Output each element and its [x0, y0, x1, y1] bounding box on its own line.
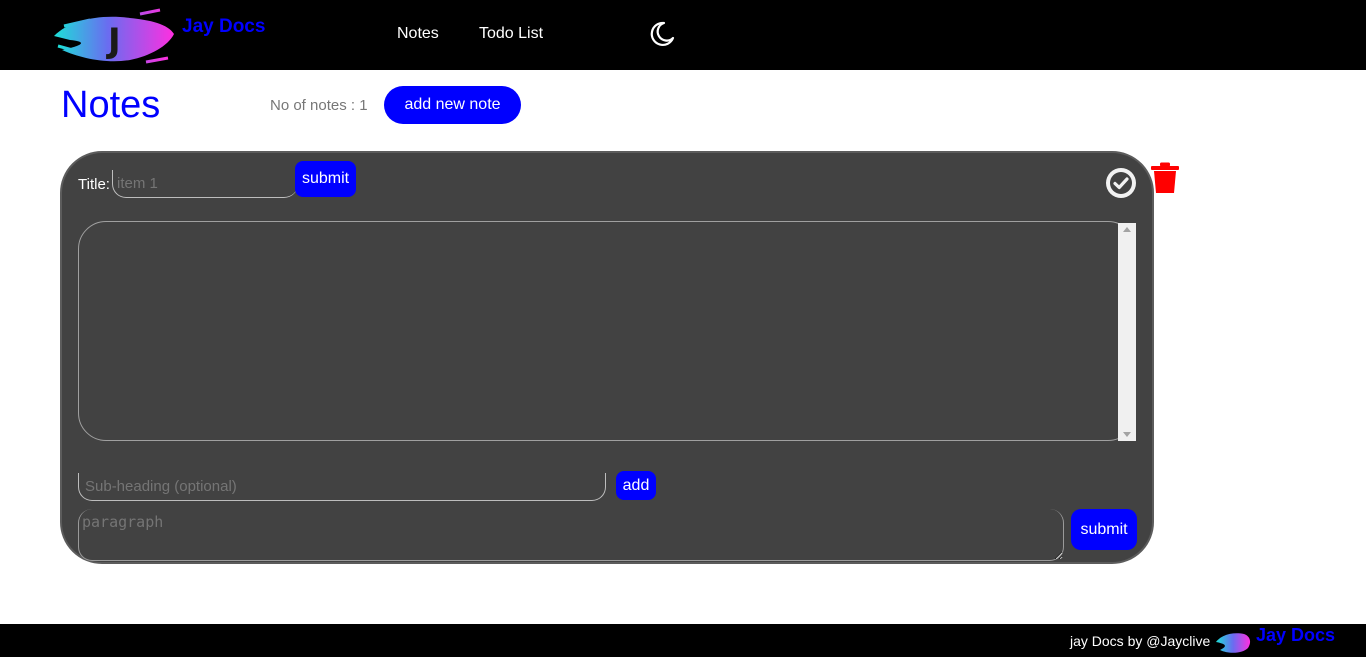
- scroll-up-arrow-icon[interactable]: [1123, 227, 1131, 232]
- textarea-scrollbar[interactable]: [1118, 223, 1136, 441]
- title-label: Title:: [78, 176, 110, 193]
- check-circle-icon[interactable]: [1106, 168, 1136, 198]
- note-body-textarea[interactable]: [78, 221, 1136, 441]
- subheading-input[interactable]: [78, 473, 606, 501]
- paragraph-submit-button[interactable]: submit: [1071, 509, 1137, 550]
- logo-icon[interactable]: J: [50, 6, 178, 68]
- page-title: Notes: [61, 84, 161, 126]
- moon-icon[interactable]: [646, 19, 676, 49]
- add-new-note-button[interactable]: add new note: [384, 86, 521, 124]
- nav-notes[interactable]: Notes: [397, 25, 439, 43]
- brand-title[interactable]: Jay Docs: [182, 16, 265, 38]
- navbar: J Jay Docs Notes Todo List: [0, 0, 1366, 70]
- trash-icon[interactable]: [1150, 162, 1180, 194]
- paragraph-input[interactable]: [78, 509, 1064, 561]
- footer-logo-icon: [1216, 633, 1251, 653]
- scroll-down-arrow-icon[interactable]: [1123, 432, 1131, 437]
- footer-credit: jay Docs by @Jayclive: [1070, 633, 1211, 649]
- footer: jay Docs by @Jayclive Jay Docs: [0, 624, 1366, 657]
- title-input[interactable]: [112, 170, 298, 198]
- title-submit-button[interactable]: submit: [295, 161, 356, 197]
- footer-brand[interactable]: Jay Docs: [1256, 625, 1335, 646]
- note-count: No of notes : 1: [270, 97, 368, 114]
- nav-todo-list[interactable]: Todo List: [479, 25, 543, 43]
- note-card: Title: submit add submit: [60, 151, 1154, 564]
- logo-letter: J: [106, 21, 121, 61]
- add-subheading-button[interactable]: add: [616, 471, 656, 500]
